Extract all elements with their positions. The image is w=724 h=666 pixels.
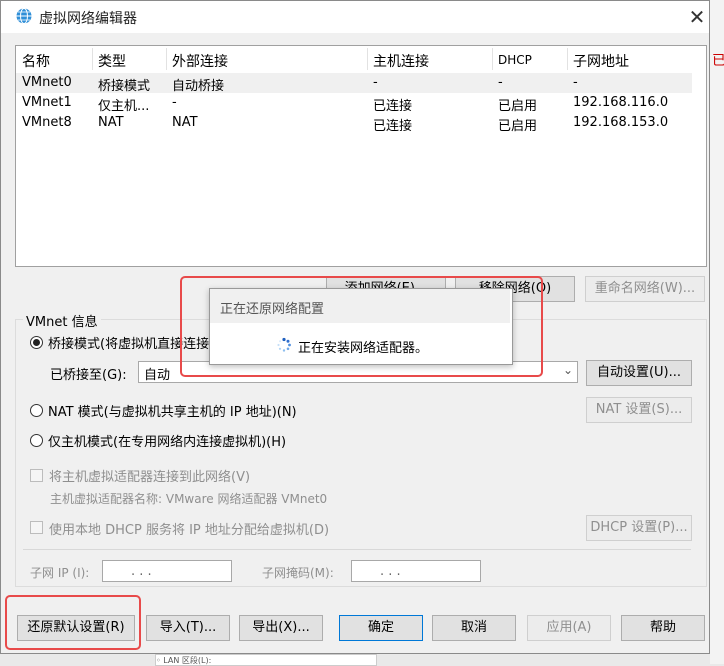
cell-host: 已连接 xyxy=(373,119,413,134)
ip-dots: . . . xyxy=(380,564,401,579)
column-divider xyxy=(492,48,493,70)
list-header: 名称 类型 外部连接 主机连接 DHCP 子网地址 xyxy=(16,46,706,72)
cell-external: - xyxy=(172,95,177,110)
network-globe-icon xyxy=(16,8,32,24)
column-header-subnet[interactable]: 子网地址 xyxy=(573,51,629,71)
subnet-ip-label: 子网 IP (I): xyxy=(30,566,90,580)
ip-dots: . . . xyxy=(131,564,152,579)
cell-type: 仅主机... xyxy=(98,99,150,114)
connect-adapter-checkbox[interactable] xyxy=(30,469,43,482)
cell-dhcp: 已启用 xyxy=(498,119,538,134)
rename-network-button[interactable]: 重命名网络(W)... xyxy=(585,276,705,302)
column-header-dhcp[interactable]: DHCP xyxy=(498,53,532,67)
divider xyxy=(23,549,691,550)
column-header-host[interactable]: 主机连接 xyxy=(373,51,429,71)
apply-button[interactable]: 应用(A) xyxy=(527,615,611,641)
title-bar: 虚拟网络编辑器 ✕ xyxy=(1,1,709,33)
virtual-network-editor-dialog: 虚拟网络编辑器 ✕ 名称 类型 外部连接 主机连接 DHCP 子网地址 VMne… xyxy=(0,0,710,654)
cancel-button[interactable]: 取消 xyxy=(432,615,516,641)
host-only-radio[interactable] xyxy=(30,434,43,447)
bridged-to-value: 自动 xyxy=(144,368,171,383)
adapter-name-label: 主机虚拟适配器名称: VMware 网络适配器 VMnet0 xyxy=(50,492,328,506)
auto-settings-button[interactable]: 自动设置(U)... xyxy=(586,360,692,386)
cell-type: 桥接模式 xyxy=(98,79,151,94)
nat-mode-radio[interactable] xyxy=(30,404,43,417)
help-button[interactable]: 帮助 xyxy=(621,615,705,641)
close-button[interactable]: ✕ xyxy=(685,5,709,29)
cell-external: NAT xyxy=(172,115,198,130)
cell-dhcp: 已启用 xyxy=(498,99,538,114)
network-list[interactable]: 名称 类型 外部连接 主机连接 DHCP 子网地址 VMnet0 桥接模式 自动… xyxy=(15,45,707,267)
column-divider xyxy=(367,48,368,70)
subnet-mask-field[interactable]: . . . xyxy=(351,560,481,582)
highlight-box-progress xyxy=(180,276,543,377)
dhcp-settings-button[interactable]: DHCP 设置(P)... xyxy=(586,515,692,541)
cell-name: VMnet8 xyxy=(22,115,72,130)
cell-name: VMnet0 xyxy=(22,75,72,90)
bridged-mode-radio[interactable] xyxy=(30,336,43,349)
ok-button[interactable]: 确定 xyxy=(339,615,423,641)
column-header-name[interactable]: 名称 xyxy=(22,51,50,71)
chevron-down-icon: ⌄ xyxy=(562,363,573,377)
subnet-mask-label: 子网掩码(M): xyxy=(262,566,334,580)
subnet-ip-field[interactable]: . . . xyxy=(102,560,232,582)
cell-name: VMnet1 xyxy=(22,95,72,110)
dhcp-checkbox[interactable] xyxy=(30,521,43,534)
vmnet-info-label: VMnet 信息 xyxy=(23,311,101,330)
cell-host: - xyxy=(373,75,378,90)
background-window-edge xyxy=(710,0,724,664)
window-title: 虚拟网络编辑器 xyxy=(39,11,137,27)
highlight-box-restore xyxy=(5,595,141,650)
cell-subnet: 192.168.116.0 xyxy=(573,95,669,110)
cell-subnet: 192.168.153.0 xyxy=(573,115,669,130)
nat-settings-button[interactable]: NAT 设置(S)... xyxy=(586,397,692,423)
dhcp-label[interactable]: 使用本地 DHCP 服务将 IP 地址分配给虚拟机(D) xyxy=(49,519,329,538)
table-row[interactable]: VMnet0 桥接模式 自动桥接 - - - xyxy=(16,73,692,94)
nat-mode-label[interactable]: NAT 模式(与虚拟机共享主机的 IP 地址)(N) xyxy=(48,401,297,420)
column-divider xyxy=(567,48,568,70)
bridged-to-label: 已桥接至(G): xyxy=(50,368,127,383)
background-lan-field: ◦ LAN 区段(L): xyxy=(155,654,377,666)
cell-subnet: - xyxy=(573,75,578,90)
cell-dhcp: - xyxy=(498,75,503,90)
export-button[interactable]: 导出(X)... xyxy=(239,615,323,641)
connect-adapter-label[interactable]: 将主机虚拟适配器连接到此网络(V) xyxy=(49,466,250,485)
host-only-label[interactable]: 仅主机模式(在专用网络内连接虚拟机)(H) xyxy=(48,431,286,450)
column-header-type[interactable]: 类型 xyxy=(98,51,126,71)
column-divider xyxy=(166,48,167,70)
table-row[interactable]: VMnet1 仅主机... - 已连接 已启用 192.168.116.0 xyxy=(16,93,692,114)
import-button[interactable]: 导入(T)... xyxy=(146,615,230,641)
cell-external: 自动桥接 xyxy=(172,79,225,94)
background-text: 已 xyxy=(712,53,724,69)
cell-host: 已连接 xyxy=(373,99,413,114)
cell-type: NAT xyxy=(98,115,124,130)
column-header-external[interactable]: 外部连接 xyxy=(172,51,228,71)
column-divider xyxy=(92,48,93,70)
table-row[interactable]: VMnet8 NAT NAT 已连接 已启用 192.168.153.0 xyxy=(16,113,692,134)
